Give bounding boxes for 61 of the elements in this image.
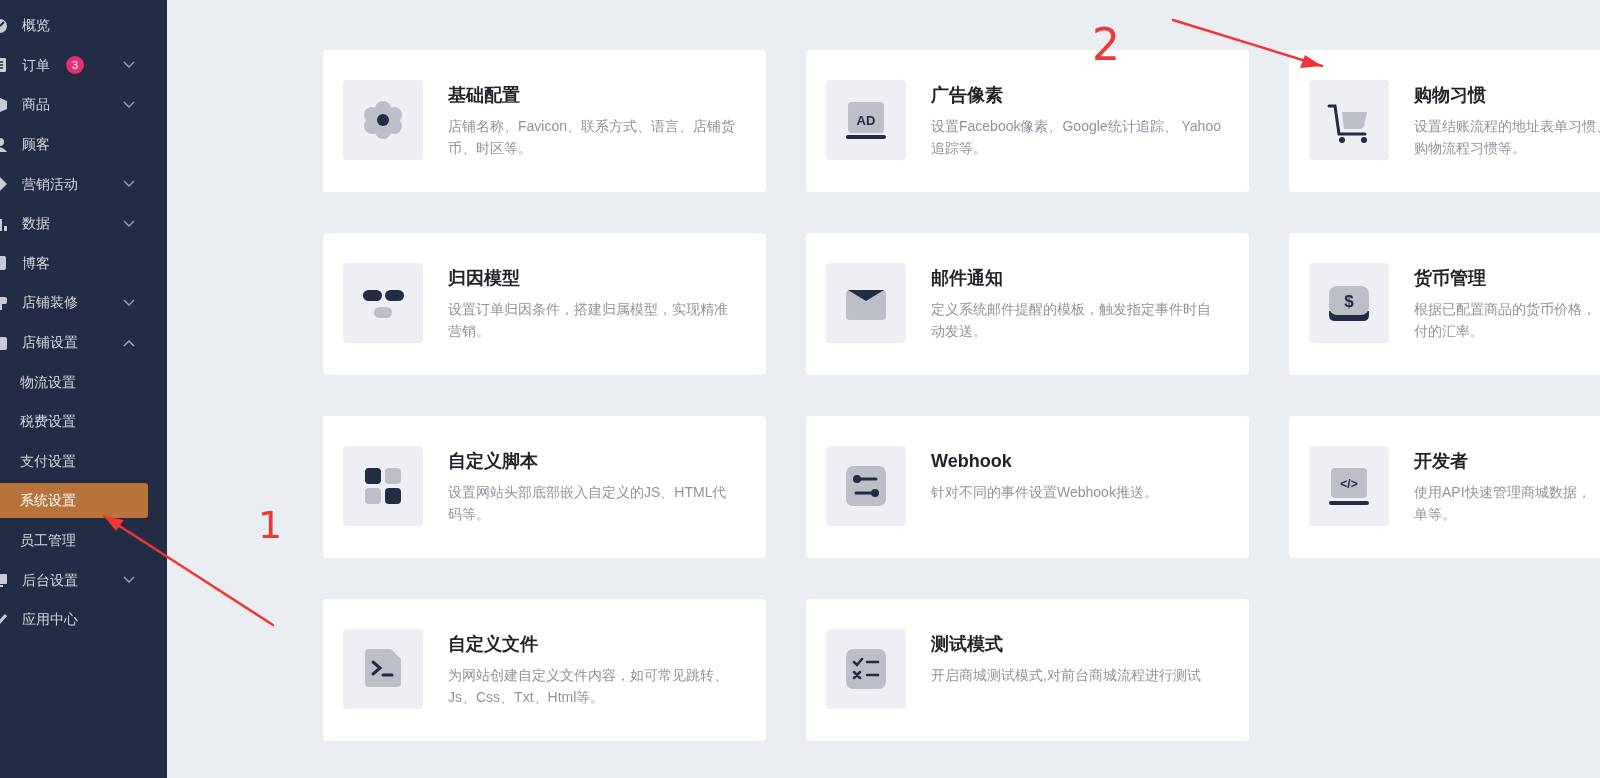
settings-card[interactable]: </> 开发者 使用API快速管理商城数据， 单等。 — [1289, 416, 1600, 558]
sidebar-item[interactable]: 店铺装修 — [0, 283, 167, 323]
card-description: 设置网站头部底部嵌入自定义的JS、HTML代码等。 — [448, 483, 728, 524]
card-description: 定义系统邮件提醒的模板，触发指定事件时自动发送。 — [931, 300, 1212, 341]
settings-card[interactable]: 自定义脚本 设置网站头部底部嵌入自定义的JS、HTML代码等。 — [323, 416, 766, 558]
annotation-number: 1 — [258, 503, 283, 547]
card-title: 购物习惯 — [1414, 84, 1487, 107]
sidebar-item[interactable]: 后台设置 — [0, 560, 167, 600]
sidebar-item[interactable]: 店铺设置 — [0, 322, 167, 363]
settings-card[interactable]: 基础配置 店铺名称、Favicon、联系方式、语言、店铺货币、时区等。 — [323, 50, 766, 192]
submenu-item[interactable]: 支付设置 — [0, 443, 148, 479]
sidebar-item[interactable]: 应用中心 — [0, 599, 167, 640]
card-description: 开启商城测试模式,对前台商城流程进行测试 — [931, 666, 1202, 685]
sidebar-item[interactable]: 订单 3 — [0, 45, 167, 86]
menu-label: 商品 — [22, 95, 50, 115]
settings-card[interactable]: 自定义文件 为网站创建自定义文件内容，如可常见跳转、Js、Css、Txt、Html等。 — [323, 599, 766, 741]
card-title: 归因模型 — [448, 267, 521, 290]
menu-label: 订单 — [22, 55, 50, 75]
menu-label: 顾客 — [22, 135, 50, 155]
card-description: 使用API快速管理商城数据， 单等。 — [1414, 483, 1592, 524]
sidebar-item[interactable]: 概览 — [0, 6, 167, 46]
settings-card[interactable]: 测试模式 开启商城测试模式,对前台商城流程进行测试 — [806, 599, 1249, 741]
card-title: 开发者 — [1414, 450, 1469, 473]
settings-card[interactable]: 邮件通知 定义系统邮件提醒的模板，触发指定事件时自动发送。 — [806, 233, 1249, 375]
card-title: 自定义文件 — [448, 633, 539, 656]
menu-label: 店铺设置 — [22, 333, 78, 353]
card-title: 基础配置 — [448, 84, 521, 107]
card-title: 邮件通知 — [931, 267, 1004, 290]
sidebar-item[interactable]: 商品 — [0, 85, 167, 125]
menu-label: 应用中心 — [22, 610, 78, 630]
card-description: 店铺名称、Favicon、联系方式、语言、店铺货币、时区等。 — [448, 117, 737, 158]
card-title: 测试模式 — [931, 633, 1004, 656]
menu-label: 数据 — [22, 214, 50, 234]
submenu-item[interactable]: 物流设置 — [0, 364, 148, 400]
sidebar-item[interactable]: 营销活动 — [0, 164, 167, 204]
settings-card[interactable]: 归因模型 设置订单归因条件，搭建归属模型，实现精准营销。 — [323, 233, 766, 375]
sidebar-item[interactable]: 数据 — [0, 203, 167, 244]
card-title: 自定义脚本 — [448, 450, 539, 473]
count-badge: 3 — [66, 56, 84, 75]
sidebar-item[interactable]: 顾客 — [0, 124, 167, 165]
settings-card[interactable]: 购物习惯 设置结账流程的地址表单习惯、 购物流程习惯等。 — [1289, 50, 1600, 192]
card-description: 设置Facebook像素、Google统计追踪、 Yahoo追踪等。 — [931, 117, 1222, 158]
menu-label: 店铺装修 — [22, 293, 78, 313]
menu-label: 概览 — [22, 16, 50, 36]
card-title: Webhook — [931, 450, 1013, 473]
settings-card[interactable]: Webhook 针对不同的事件设置Webhook推送。 — [806, 416, 1249, 558]
settings-card[interactable]: $ 货币管理 根据已配置商品的货币价格， 付的汇率。 — [1289, 233, 1600, 375]
card-description: 设置订单归因条件，搭建归属模型，实现精准营销。 — [448, 300, 729, 341]
card-title: 货币管理 — [1414, 267, 1487, 290]
sidebar-item[interactable]: 博客 — [0, 243, 167, 284]
submenu-item[interactable]: 系统设置 — [0, 483, 148, 519]
card-description: 针对不同的事件设置Webhook推送。 — [931, 483, 1159, 502]
card-description: 设置结账流程的地址表单习惯、 购物流程习惯等。 — [1414, 117, 1600, 158]
menu-label: 博客 — [22, 253, 50, 273]
card-description: 为网站创建自定义文件内容，如可常见跳转、Js、Css、Txt、Html等。 — [448, 666, 729, 707]
submenu-item[interactable]: 税费设置 — [0, 404, 148, 440]
card-description: 根据已配置商品的货币价格， 付的汇率。 — [1414, 300, 1597, 341]
menu-label: 后台设置 — [22, 570, 78, 590]
menu-label: 营销活动 — [22, 174, 78, 194]
submenu-item[interactable]: 员工管理 — [0, 523, 148, 558]
card-title: 广告像素 — [931, 84, 1004, 107]
